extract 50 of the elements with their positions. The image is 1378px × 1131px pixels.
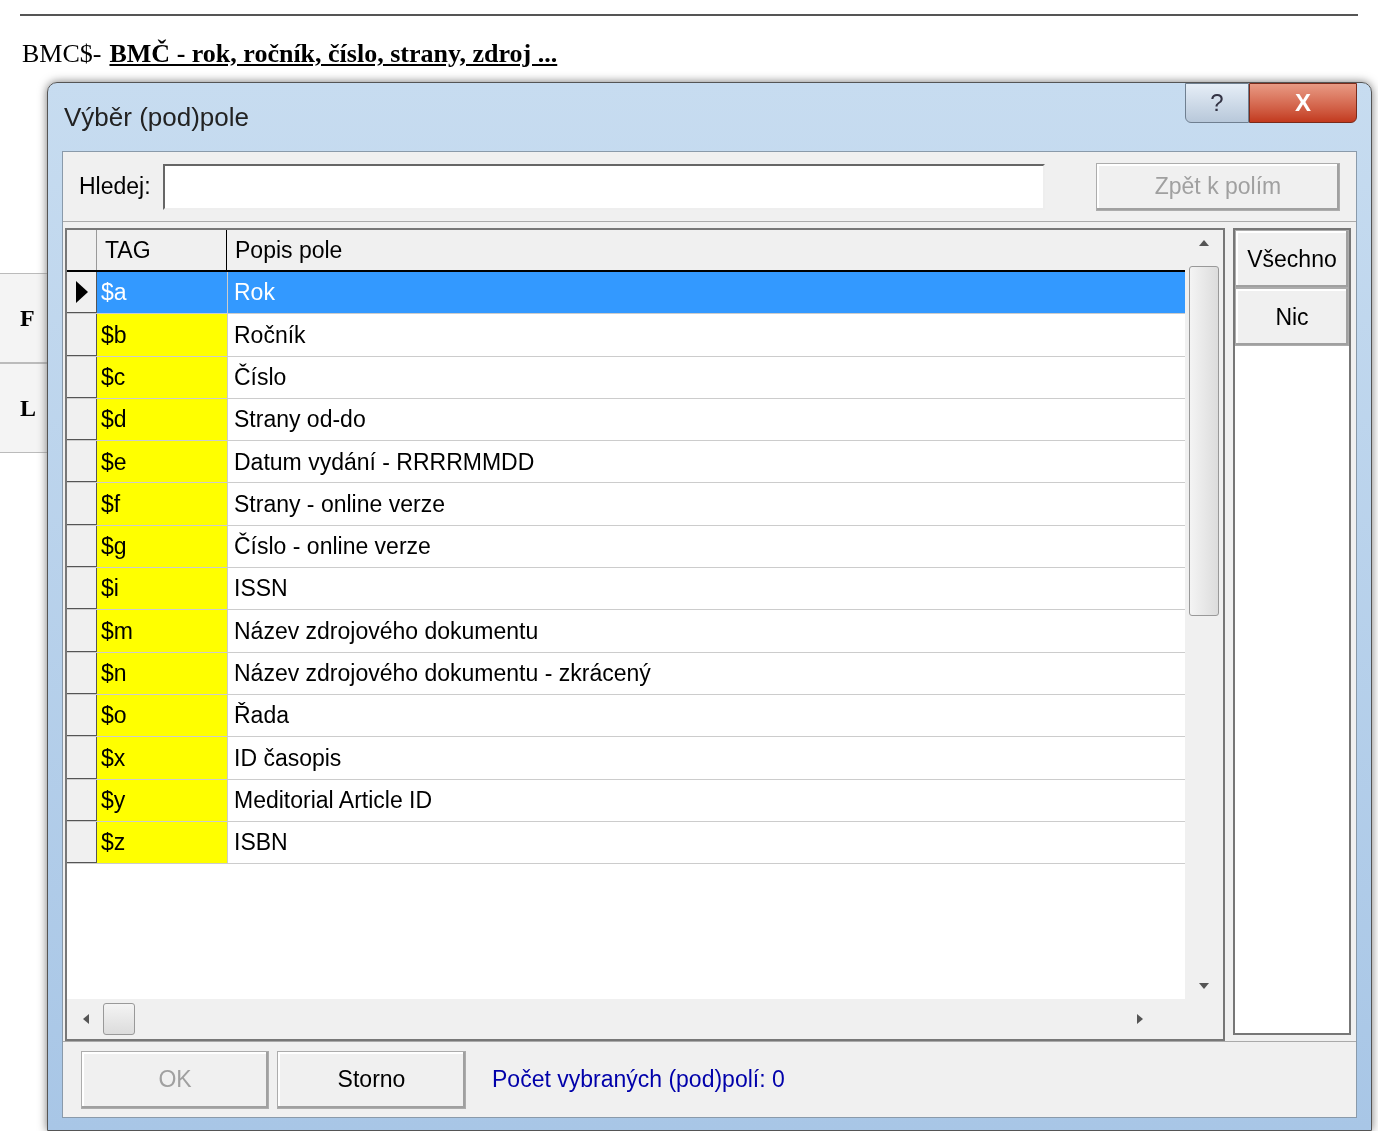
table-cell: $y bbox=[97, 779, 227, 821]
search-label: Hledej: bbox=[79, 172, 151, 202]
help-button[interactable]: ? bbox=[1185, 83, 1249, 123]
table-cell: $d bbox=[97, 398, 227, 441]
table-row[interactable]: $z ISBN bbox=[67, 821, 1185, 865]
table-row[interactable]: $y Meditorial Article ID bbox=[67, 779, 1185, 822]
table-row[interactable]: $x ID časopis bbox=[67, 737, 1185, 780]
field-link[interactable]: BMČ - rok, ročník, číslo, strany, zdroj ... bbox=[109, 34, 558, 73]
side-label: L bbox=[20, 394, 36, 423]
scroll-right-icon bbox=[1137, 1014, 1143, 1024]
column-header[interactable]: TAG bbox=[97, 230, 227, 270]
table-cell: $n bbox=[97, 652, 227, 694]
table-row[interactable]: $d Strany od-do bbox=[67, 398, 1185, 442]
side-label: F bbox=[20, 304, 35, 333]
table-cell: $c bbox=[97, 356, 227, 398]
scroll-down-icon bbox=[1199, 983, 1209, 989]
scroll-up-icon bbox=[1199, 240, 1209, 246]
scroll-left-icon bbox=[83, 1014, 89, 1024]
scroll-thumb[interactable] bbox=[103, 1003, 135, 1035]
table-row[interactable]: $g Číslo - online verze bbox=[67, 525, 1185, 569]
table-cell: $g bbox=[97, 525, 227, 568]
cancel-button[interactable]: Storno bbox=[277, 1050, 466, 1109]
horizontal-scrollbar[interactable] bbox=[67, 999, 1223, 1039]
table-row[interactable]: $o Řada bbox=[67, 694, 1185, 738]
table-cell: $z bbox=[97, 821, 227, 864]
scroll-thumb[interactable] bbox=[1189, 266, 1219, 616]
table-cell: $o bbox=[97, 694, 227, 737]
table-cell-text: $a bbox=[100, 278, 128, 308]
select-button[interactable]: Všechno bbox=[1235, 230, 1349, 288]
row-pointer-icon bbox=[75, 281, 88, 304]
status-text: Počet vybraných (pod)polí: 0 bbox=[492, 1065, 785, 1095]
table-cell: $f bbox=[97, 483, 227, 525]
table-row[interactable]: $n Název zdrojového dokumentu - zkrácený bbox=[67, 652, 1185, 695]
table-row[interactable]: $i ISSN bbox=[67, 568, 1185, 611]
table-cell: $i bbox=[97, 568, 227, 610]
table-row[interactable]: $e Datum vydání - RRRRMMDD bbox=[67, 441, 1185, 484]
table-cell: $e bbox=[97, 441, 227, 483]
select-button[interactable]: Nic bbox=[1235, 288, 1349, 346]
vertical-scrollbar[interactable] bbox=[1185, 230, 1223, 999]
table-row[interactable]: $f Strany - online verze bbox=[67, 483, 1185, 526]
search-field[interactable] bbox=[162, 163, 1045, 210]
record-label: BMC$- bbox=[22, 38, 102, 70]
column-header[interactable]: Popis pole bbox=[227, 230, 1185, 270]
table-row[interactable]: $m Název zdrojového dokumentu bbox=[67, 610, 1185, 653]
table-row[interactable]: $b Ročník bbox=[67, 314, 1185, 357]
window-title: Výběr (pod)pole bbox=[64, 100, 249, 134]
table-cell: $m bbox=[97, 610, 227, 652]
table-row[interactable]: $c Číslo bbox=[67, 356, 1185, 399]
table-cell: $b bbox=[97, 314, 227, 356]
table-cell: $x bbox=[97, 737, 227, 779]
